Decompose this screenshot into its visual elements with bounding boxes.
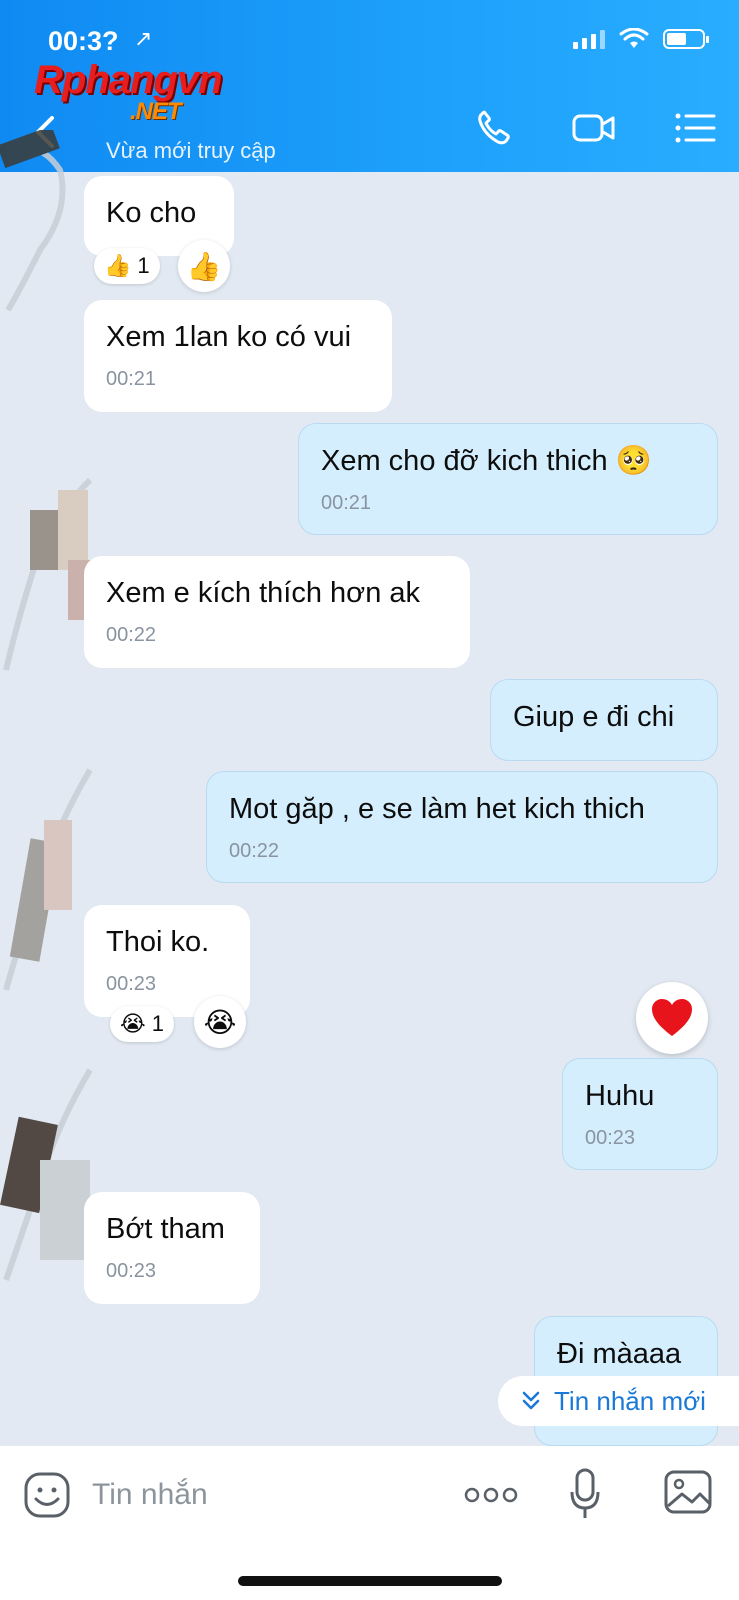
watermark-logo: Rphangvn .NET: [34, 58, 223, 125]
new-messages-label: Tin nhắn mới: [554, 1385, 706, 1416]
reaction-summary[interactable]: 👍 1: [94, 248, 160, 284]
status-time: 00:3?: [48, 26, 119, 56]
menu-icon[interactable]: [674, 108, 718, 148]
message-time: 00:23: [106, 1260, 157, 1282]
new-messages-button[interactable]: Tin nhắn mới: [498, 1376, 739, 1426]
image-icon[interactable]: [664, 1470, 712, 1514]
message-text: Đi màaaa: [557, 1338, 682, 1370]
message-time: 00:21: [321, 492, 372, 514]
message-time: 00:21: [106, 368, 157, 390]
message-text: Ko cho: [106, 197, 197, 229]
message-bubble-outgoing[interactable]: Huhu 00:23: [562, 1058, 718, 1170]
home-indicator: [238, 1576, 502, 1586]
message-bubble-incoming[interactable]: Xem e kích thích hơn ak 00:22: [84, 556, 470, 668]
chat-header: 00:3? ↗ Rphangvn .NET Vừa mới truy cập: [0, 0, 739, 172]
crying-face-icon: 😭: [203, 1006, 237, 1038]
location-arrow-icon: ↗: [134, 26, 153, 51]
message-time: 00:22: [229, 840, 280, 862]
message-bubble-outgoing[interactable]: Giup e đi chi: [490, 679, 718, 761]
status-indicators: [573, 28, 709, 50]
message-text: Huhu: [585, 1080, 655, 1112]
crying-face-icon: 😭: [120, 1011, 146, 1036]
reaction-count: 1: [151, 1011, 164, 1036]
message-time: 00:22: [106, 624, 157, 646]
message-text: Thoi ko.: [106, 926, 210, 958]
reaction-button[interactable]: [636, 982, 708, 1054]
reaction-count: 1: [137, 253, 150, 278]
message-text: Mot găp , e se làm het kich thich: [229, 793, 645, 825]
phone-icon[interactable]: [474, 108, 518, 148]
heart-icon: [652, 999, 692, 1036]
message-text: Xem cho đỡ kich thich 🥺: [321, 445, 652, 477]
more-options-icon[interactable]: [464, 1484, 518, 1506]
thumbs-up-icon: 👍: [186, 250, 222, 282]
reaction-button[interactable]: 😭: [194, 996, 246, 1048]
double-chevron-down-icon: [522, 1391, 540, 1410]
message-text: Xem e kích thích hơn ak: [106, 577, 421, 609]
signal-icon: [573, 29, 605, 49]
message-input-bar: [0, 1446, 739, 1600]
microphone-icon[interactable]: [570, 1468, 600, 1520]
message-bubble-outgoing[interactable]: Mot găp , e se làm het kich thich 00:22: [206, 771, 718, 883]
message-time: 00:23: [106, 973, 157, 995]
message-time: 00:23: [585, 1127, 636, 1149]
message-bubble-incoming[interactable]: Bớt tham 00:23: [84, 1192, 260, 1304]
message-bubble-incoming[interactable]: Xem 1lan ko có vui 00:21: [84, 300, 392, 412]
contact-status: Vừa mới truy cập: [106, 138, 276, 163]
reaction-summary[interactable]: 😭 1: [110, 1006, 174, 1042]
message-text: Xem 1lan ko có vui: [106, 321, 352, 353]
wifi-icon: [619, 28, 649, 48]
sticker-icon[interactable]: [24, 1472, 70, 1518]
message-text: Giup e đi chi: [513, 701, 675, 733]
message-input[interactable]: [92, 1470, 432, 1520]
thumbs-up-icon: 👍: [104, 253, 132, 278]
reaction-button[interactable]: 👍: [178, 240, 230, 292]
message-text: Bớt tham: [106, 1213, 225, 1245]
video-call-icon[interactable]: [572, 108, 616, 148]
message-bubble-outgoing[interactable]: Xem cho đỡ kich thich 🥺 00:21: [298, 423, 718, 535]
battery-icon: [663, 29, 709, 49]
